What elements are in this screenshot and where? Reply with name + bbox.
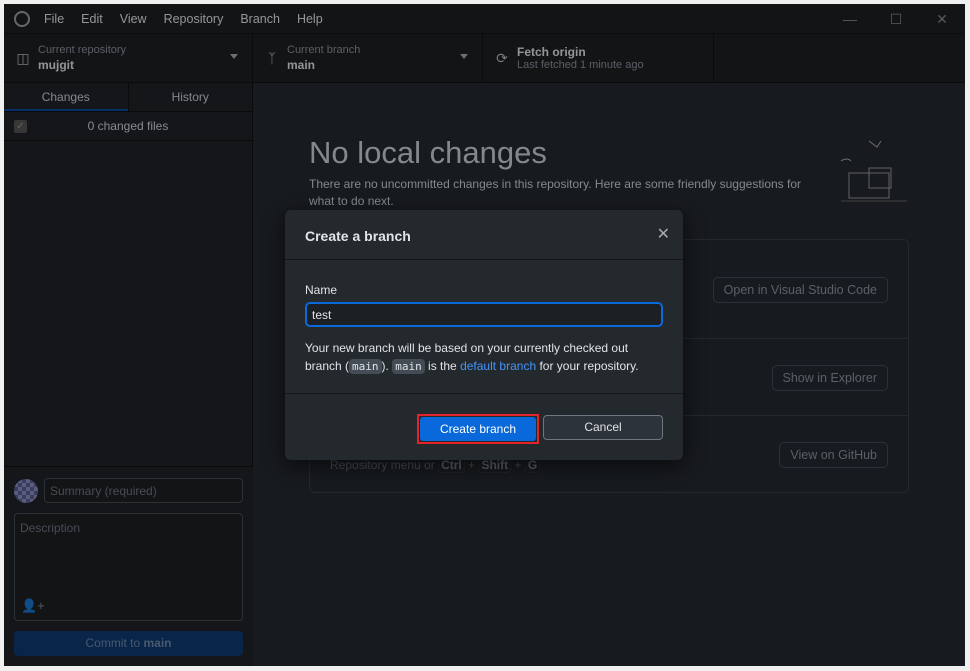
branch-code: main	[349, 359, 382, 374]
cancel-button[interactable]: Cancel	[543, 415, 663, 440]
app-window: File Edit View Repository Branch Help — ☐ ✕ ◫ C…	[4, 4, 965, 666]
create-branch-dialog: Create a branch ✕ Name Your new branch w…	[285, 210, 683, 460]
name-label: Name	[305, 283, 338, 297]
close-icon[interactable]: ✕	[657, 224, 670, 244]
dialog-title: Create a branch	[305, 228, 411, 244]
branch-name-input[interactable]	[305, 302, 663, 327]
create-branch-button-highlight: Create branch	[417, 414, 539, 444]
branch-code: main	[392, 359, 425, 374]
default-branch-link[interactable]: default branch	[460, 359, 536, 373]
branch-info: Your new branch will be based on your cu…	[305, 341, 639, 374]
create-branch-button[interactable]: Create branch	[420, 417, 536, 441]
